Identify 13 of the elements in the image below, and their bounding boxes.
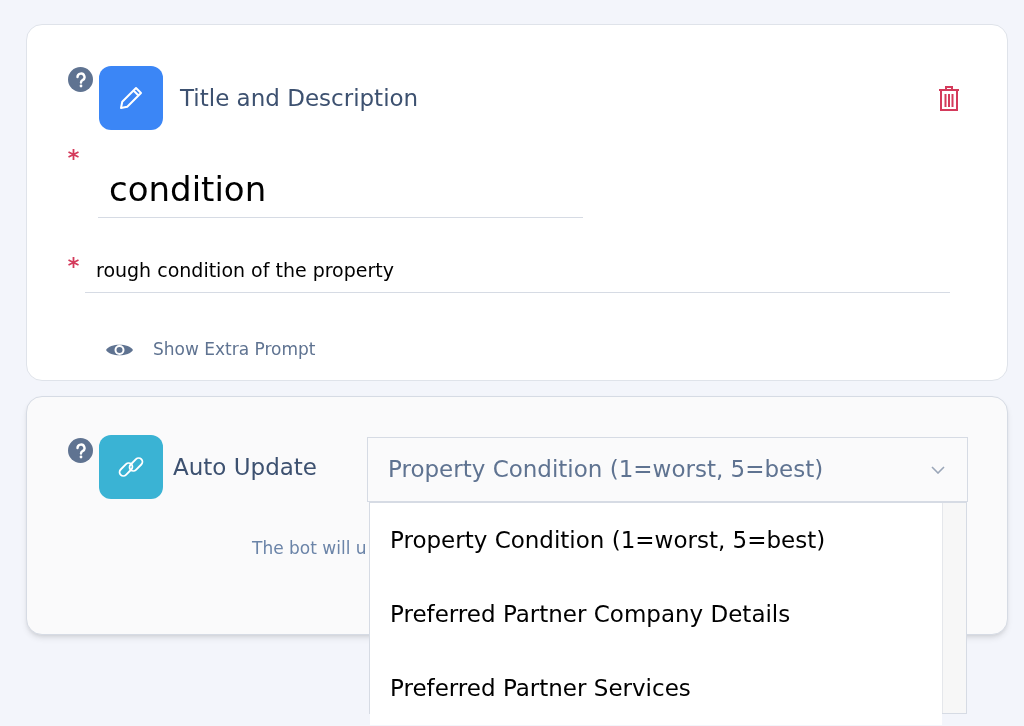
link-tile-icon xyxy=(99,435,163,499)
card-title: Title and Description xyxy=(180,83,419,113)
hint-text: The bot will u xyxy=(252,537,367,560)
show-extra-prompt-link[interactable]: Show Extra Prompt xyxy=(105,337,316,363)
field-select[interactable]: Property Condition (1=worst, 5=best) xyxy=(367,437,968,502)
help-icon[interactable] xyxy=(68,67,93,92)
name-field[interactable]: condition xyxy=(98,165,583,218)
delete-icon[interactable] xyxy=(937,84,961,112)
description-field[interactable]: rough condition of the property xyxy=(85,255,950,293)
chevron-down-icon xyxy=(931,465,945,474)
card-title: Auto Update xyxy=(173,452,317,482)
pencil-tile-icon xyxy=(99,66,163,130)
help-icon[interactable] xyxy=(68,438,93,463)
